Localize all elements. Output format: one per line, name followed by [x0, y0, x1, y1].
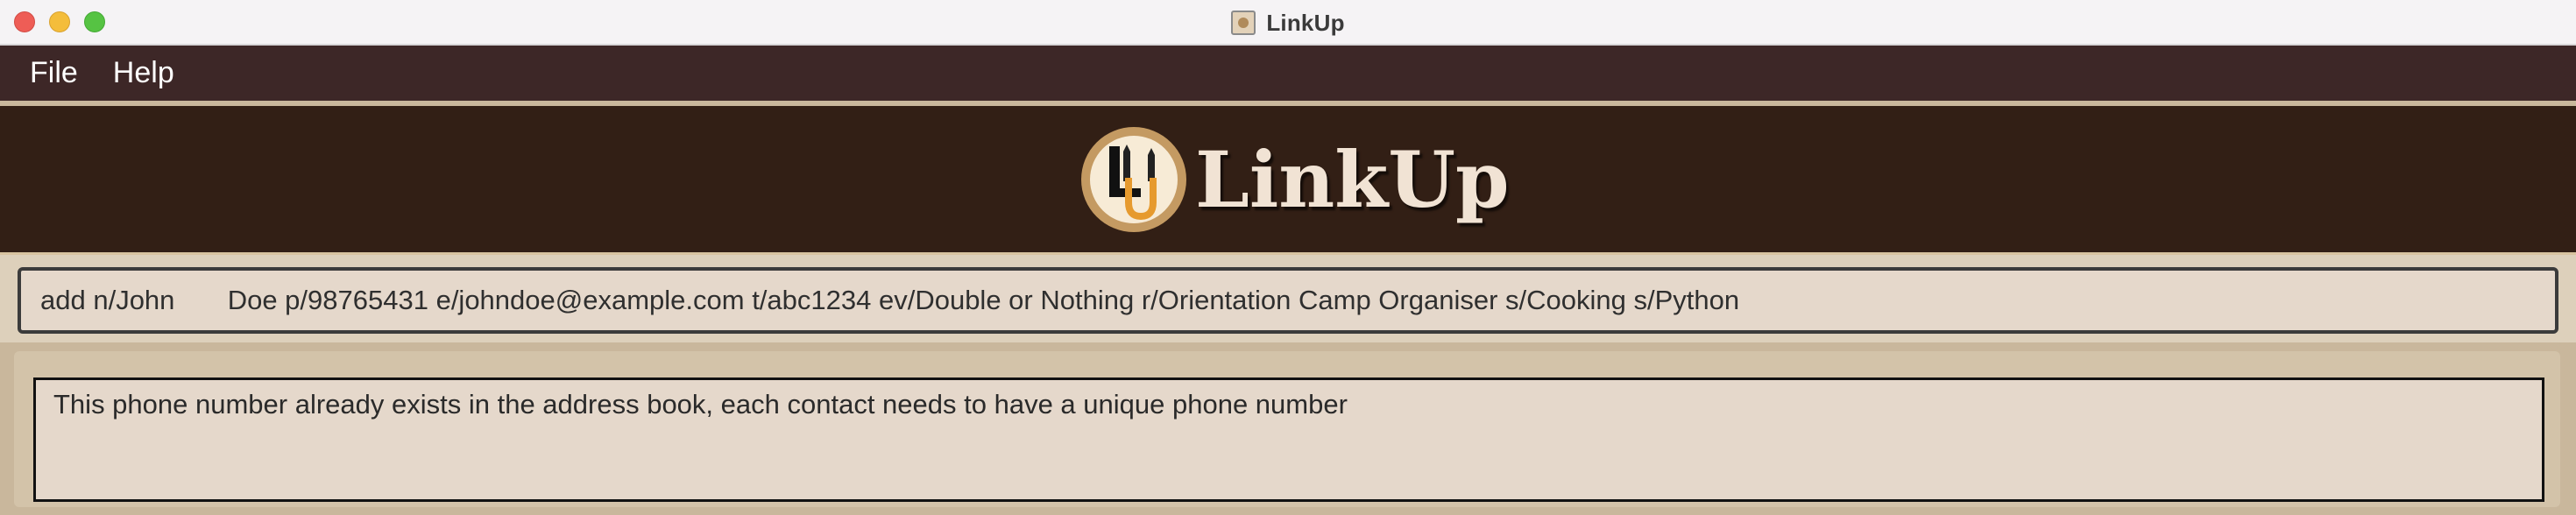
linkup-badge-icon [1081, 127, 1186, 232]
result-panel-inner: This phone number already exists in the … [14, 351, 2560, 507]
logo-text: LinkUp [1195, 134, 1510, 225]
logo: LinkUp [1079, 125, 1510, 234]
title-bar: LinkUp [0, 0, 2576, 46]
header-banner: LinkUp [0, 106, 2576, 255]
app-icon [1231, 11, 1256, 35]
window-title-group: LinkUp [0, 0, 2576, 46]
command-panel: add n/John Doe p/98765431 e/johndoe@exam… [0, 255, 2576, 342]
menu-file[interactable]: File [30, 56, 78, 90]
result-panel: This phone number already exists in the … [0, 342, 2576, 515]
app-window: LinkUp File Help LinkUp add n/John Doe p… [0, 0, 2576, 515]
window-title: LinkUp [1266, 9, 1345, 36]
menu-bar: File Help [0, 46, 2576, 103]
result-display: This phone number already exists in the … [33, 377, 2544, 502]
menu-help[interactable]: Help [113, 56, 174, 90]
command-input[interactable]: add n/John Doe p/98765431 e/johndoe@exam… [18, 267, 2558, 334]
